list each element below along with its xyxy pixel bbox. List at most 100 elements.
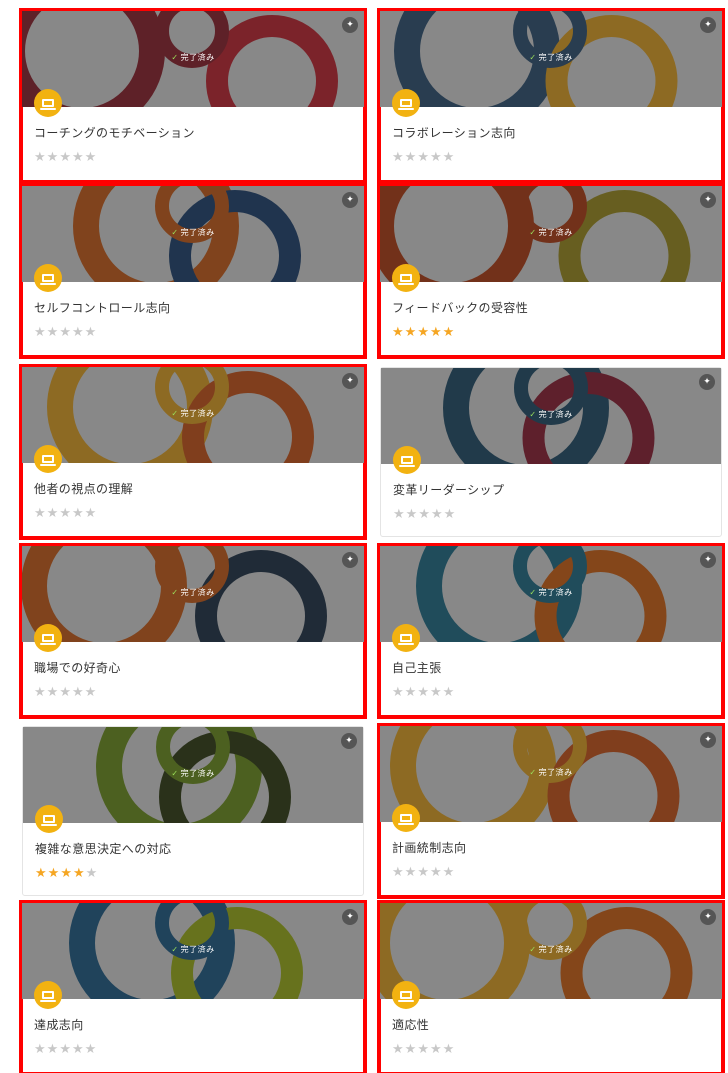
star-icon[interactable]: ★: [443, 685, 456, 700]
course-title[interactable]: 計画統制志向: [392, 839, 466, 856]
star-rating[interactable]: ★★★★★: [392, 685, 455, 700]
star-icon[interactable]: ★: [47, 325, 60, 340]
star-rating[interactable]: ★★★★★: [392, 1042, 455, 1057]
star-icon[interactable]: ★: [72, 325, 85, 340]
star-icon[interactable]: ★: [443, 865, 456, 880]
star-icon[interactable]: ★: [430, 150, 443, 165]
star-icon[interactable]: ★: [85, 150, 98, 165]
star-icon[interactable]: ★: [34, 685, 47, 700]
star-icon[interactable]: ★: [85, 325, 98, 340]
course-thumbnail[interactable]: ✓ 完了済み ✦: [22, 11, 364, 107]
course-thumbnail[interactable]: ✓ 完了済み ✦: [23, 727, 363, 823]
course-thumbnail[interactable]: ✓ 完了済み ✦: [380, 546, 722, 642]
course-title[interactable]: 達成志向: [34, 1016, 84, 1033]
star-icon[interactable]: ★: [59, 150, 72, 165]
pin-icon[interactable]: ✦: [342, 192, 358, 208]
star-icon[interactable]: ★: [47, 506, 60, 521]
star-icon[interactable]: ★: [417, 150, 430, 165]
star-icon[interactable]: ★: [417, 325, 430, 340]
star-icon[interactable]: ★: [405, 150, 418, 165]
course-title[interactable]: セルフコントロール志向: [34, 299, 170, 316]
star-icon[interactable]: ★: [60, 866, 73, 881]
course-thumbnail[interactable]: ✓ 完了済み ✦: [380, 903, 722, 999]
course-card[interactable]: ✓ 完了済み ✦ 自己主張 ★★★★★: [377, 543, 725, 719]
star-icon[interactable]: ★: [73, 866, 86, 881]
pin-icon[interactable]: ✦: [700, 17, 716, 33]
star-icon[interactable]: ★: [59, 1042, 72, 1057]
course-card[interactable]: ✓ 完了済み ✦ 計画統制志向 ★★★★★: [377, 723, 725, 899]
star-icon[interactable]: ★: [417, 1042, 430, 1057]
star-rating[interactable]: ★★★★★: [34, 685, 97, 700]
star-icon[interactable]: ★: [85, 1042, 98, 1057]
course-card[interactable]: ✓ 完了済み ✦ コラボレーション志向 ★★★★★: [377, 8, 725, 184]
star-icon[interactable]: ★: [392, 1042, 405, 1057]
pin-icon[interactable]: ✦: [699, 374, 715, 390]
pin-icon[interactable]: ✦: [700, 552, 716, 568]
star-icon[interactable]: ★: [34, 150, 47, 165]
star-rating[interactable]: ★★★★★: [34, 1042, 97, 1057]
course-card[interactable]: ✓ 完了済み ✦ 複雑な意思決定への対応 ★★★★★: [22, 726, 364, 896]
course-title[interactable]: 変革リーダーシップ: [393, 481, 504, 498]
pin-icon[interactable]: ✦: [700, 909, 716, 925]
star-icon[interactable]: ★: [430, 325, 443, 340]
star-icon[interactable]: ★: [430, 865, 443, 880]
star-icon[interactable]: ★: [405, 1042, 418, 1057]
course-card[interactable]: ✓ 完了済み ✦ 適応性 ★★★★★: [377, 900, 725, 1073]
star-rating[interactable]: ★★★★★: [392, 325, 455, 340]
star-icon[interactable]: ★: [443, 1042, 456, 1057]
star-icon[interactable]: ★: [392, 865, 405, 880]
star-icon[interactable]: ★: [72, 150, 85, 165]
star-icon[interactable]: ★: [47, 1042, 60, 1057]
star-icon[interactable]: ★: [72, 506, 85, 521]
course-thumbnail[interactable]: ✓ 完了済み ✦: [22, 367, 364, 463]
star-icon[interactable]: ★: [405, 325, 418, 340]
star-icon[interactable]: ★: [59, 506, 72, 521]
pin-icon[interactable]: ✦: [342, 909, 358, 925]
star-icon[interactable]: ★: [405, 685, 418, 700]
star-rating[interactable]: ★★★★★: [34, 325, 97, 340]
pin-icon[interactable]: ✦: [700, 732, 716, 748]
star-icon[interactable]: ★: [72, 685, 85, 700]
star-icon[interactable]: ★: [34, 1042, 47, 1057]
pin-icon[interactable]: ✦: [342, 373, 358, 389]
star-icon[interactable]: ★: [72, 1042, 85, 1057]
course-thumbnail[interactable]: ✓ 完了済み ✦: [380, 11, 722, 107]
star-icon[interactable]: ★: [59, 685, 72, 700]
pin-icon[interactable]: ✦: [341, 733, 357, 749]
course-thumbnail[interactable]: ✓ 完了済み ✦: [22, 546, 364, 642]
course-title[interactable]: 適応性: [392, 1016, 429, 1033]
course-thumbnail[interactable]: ✓ 完了済み ✦: [380, 726, 722, 822]
course-card[interactable]: ✓ 完了済み ✦ セルフコントロール志向 ★★★★★: [19, 183, 367, 359]
star-icon[interactable]: ★: [392, 150, 405, 165]
star-icon[interactable]: ★: [85, 685, 98, 700]
star-icon[interactable]: ★: [47, 150, 60, 165]
course-card[interactable]: ✓ 完了済み ✦ 他者の視点の理解 ★★★★★: [19, 364, 367, 540]
pin-icon[interactable]: ✦: [342, 17, 358, 33]
star-icon[interactable]: ★: [444, 507, 457, 522]
star-icon[interactable]: ★: [59, 325, 72, 340]
course-title[interactable]: コーチングのモチベーション: [34, 124, 195, 141]
star-icon[interactable]: ★: [406, 507, 419, 522]
star-icon[interactable]: ★: [405, 865, 418, 880]
course-thumbnail[interactable]: ✓ 完了済み ✦: [380, 186, 722, 282]
star-icon[interactable]: ★: [417, 865, 430, 880]
star-icon[interactable]: ★: [392, 325, 405, 340]
course-title[interactable]: フィードバックの受容性: [392, 299, 528, 316]
course-title[interactable]: 複雑な意思決定への対応: [35, 840, 171, 857]
star-icon[interactable]: ★: [430, 685, 443, 700]
course-card[interactable]: ✓ 完了済み ✦ コーチングのモチベーション ★★★★★: [19, 8, 367, 184]
course-thumbnail[interactable]: ✓ 完了済み ✦: [381, 368, 721, 464]
star-icon[interactable]: ★: [443, 150, 456, 165]
star-icon[interactable]: ★: [48, 866, 61, 881]
course-title[interactable]: コラボレーション志向: [392, 124, 516, 141]
course-title[interactable]: 職場での好奇心: [34, 659, 121, 676]
star-icon[interactable]: ★: [431, 507, 444, 522]
pin-icon[interactable]: ✦: [342, 552, 358, 568]
star-rating[interactable]: ★★★★★: [393, 507, 456, 522]
star-icon[interactable]: ★: [85, 506, 98, 521]
star-icon[interactable]: ★: [430, 1042, 443, 1057]
course-title[interactable]: 自己主張: [392, 659, 442, 676]
course-card[interactable]: ✓ 完了済み ✦ 職場での好奇心 ★★★★★: [19, 543, 367, 719]
course-card[interactable]: ✓ 完了済み ✦ 変革リーダーシップ ★★★★★: [380, 367, 722, 537]
star-icon[interactable]: ★: [392, 685, 405, 700]
